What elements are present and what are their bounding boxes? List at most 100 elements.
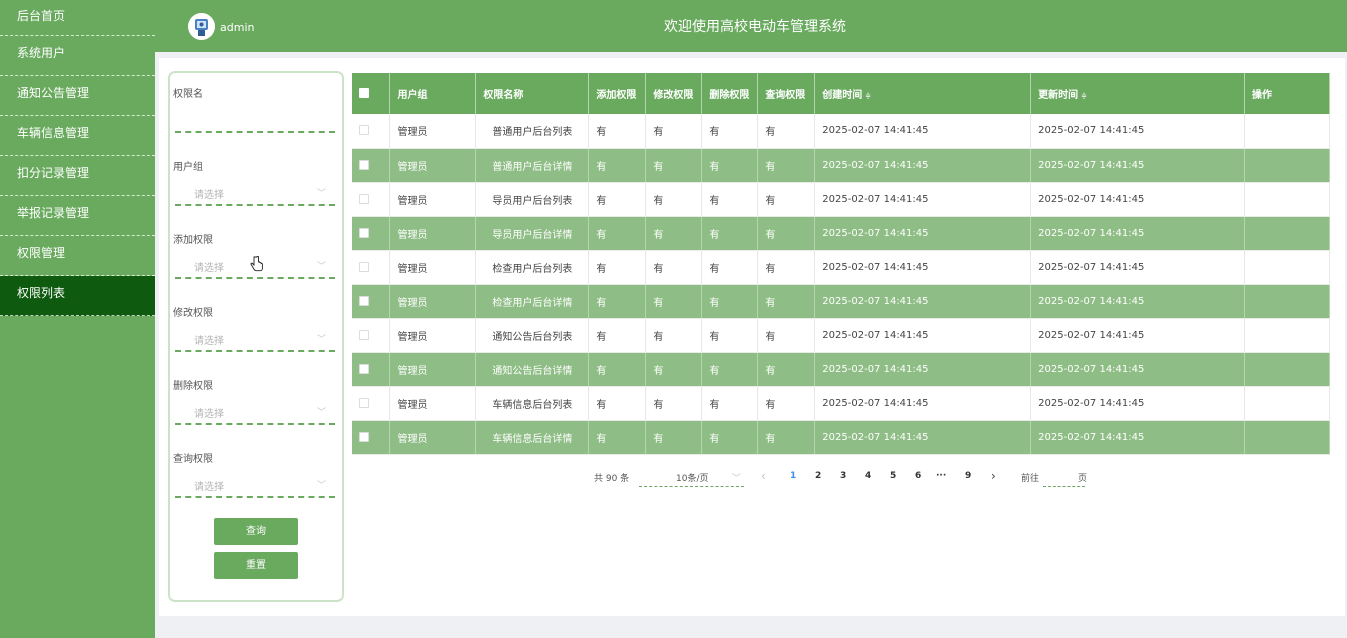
cell-actions[interactable] <box>1244 148 1330 183</box>
query-button[interactable]: 查询 <box>214 518 298 545</box>
cell-permission-name: 车辆信息后台详情 <box>475 420 590 455</box>
checkbox-icon[interactable] <box>359 397 369 408</box>
cell-actions[interactable] <box>1244 420 1330 455</box>
row-select-cell[interactable] <box>352 386 391 421</box>
page-size-select[interactable]: 10条/页 <box>676 471 709 484</box>
row-select-cell[interactable] <box>352 318 391 353</box>
col-query-permission: 查询权限 <box>757 73 816 114</box>
page-1[interactable]: 1 <box>790 471 796 481</box>
chevron-down-icon[interactable]: ﹀ <box>317 405 326 418</box>
delete-permission-underline <box>175 423 335 425</box>
row-select-cell[interactable] <box>352 352 391 387</box>
col-user-group: 用户组 <box>389 73 477 114</box>
cell-created-time: 2025-02-07 14:41:45 <box>814 148 1032 183</box>
add-permission-underline <box>175 277 335 279</box>
sidebar-item-system-users[interactable]: 系统用户 <box>0 36 155 76</box>
row-select-cell[interactable] <box>352 182 391 217</box>
cell-delete-permission: 有 <box>701 318 759 353</box>
checkbox-icon[interactable] <box>359 295 369 306</box>
cell-query-permission: 有 <box>757 318 816 353</box>
checkbox-icon[interactable] <box>359 261 369 272</box>
checkbox-icon[interactable] <box>359 363 369 374</box>
cell-actions[interactable] <box>1244 216 1330 251</box>
sort-icon[interactable]: ≑ <box>1081 92 1087 100</box>
cell-edit-permission: 有 <box>645 352 703 387</box>
cell-actions[interactable] <box>1244 284 1330 319</box>
cell-permission-name: 普通用户后台列表 <box>475 114 590 149</box>
checkbox-icon[interactable] <box>359 329 369 340</box>
cell-actions[interactable] <box>1244 114 1330 149</box>
page-9[interactable]: 9 <box>965 471 971 481</box>
cell-actions[interactable] <box>1244 352 1330 387</box>
page-2[interactable]: 2 <box>815 471 821 481</box>
page-3[interactable]: 3 <box>840 471 846 481</box>
checkbox-icon[interactable] <box>359 431 369 442</box>
cell-add-permission: 有 <box>588 352 647 387</box>
table-row[interactable]: 管理员 车辆信息后台详情有有有有 2025-02-07 14:41:45 2025-0… <box>352 420 1330 455</box>
col-updated-time[interactable]: 更新时间 ≑ <box>1030 73 1246 114</box>
table-row[interactable]: 管理员 通知公告后台列表有有有有 2025-02-07 14:41:45 2025-0… <box>352 318 1330 353</box>
row-select-cell[interactable] <box>352 250 391 285</box>
sidebar-item-deductions[interactable]: 扣分记录管理 <box>0 156 155 196</box>
cell-actions[interactable] <box>1244 318 1330 353</box>
user-group-select[interactable]: 请选择 <box>194 186 224 201</box>
cell-add-permission: 有 <box>588 148 647 183</box>
sort-icon[interactable]: ≑ <box>865 92 871 100</box>
table-row[interactable]: 管理员 普通用户后台详情有有有有 2025-02-07 14:41:45 2025-0… <box>352 148 1330 183</box>
checkbox-icon[interactable] <box>359 193 369 204</box>
prev-page-icon[interactable]: ‹ <box>761 469 766 483</box>
table-row[interactable]: 管理员 导员用户后台列表有有有有 2025-02-07 14:41:45 2025-0… <box>352 182 1330 217</box>
sidebar-item-permission-management[interactable]: 权限管理 <box>0 236 155 276</box>
cell-actions[interactable] <box>1244 182 1330 217</box>
page-5[interactable]: 5 <box>890 471 896 481</box>
table-row[interactable]: 管理员 检查用户后台列表有有有有 2025-02-07 14:41:45 2025-0… <box>352 250 1330 285</box>
checkbox-icon[interactable] <box>359 125 369 136</box>
row-select-cell[interactable] <box>352 114 391 149</box>
sidebar-item-notices[interactable]: 通知公告管理 <box>0 76 155 116</box>
sidebar-item-vehicles[interactable]: 车辆信息管理 <box>0 116 155 156</box>
row-select-cell[interactable] <box>352 420 391 455</box>
more-pages-icon[interactable]: ··· <box>936 471 946 481</box>
cell-add-permission: 有 <box>588 420 647 455</box>
cell-user-group: 管理员 <box>389 318 477 353</box>
sidebar: 后台首页 系统用户 通知公告管理 车辆信息管理 扣分记录管理 举报记录管理 权限… <box>0 0 155 638</box>
cell-edit-permission: 有 <box>645 148 703 183</box>
delete-permission-select[interactable]: 请选择 <box>194 405 224 420</box>
next-page-icon[interactable]: › <box>991 469 996 483</box>
page-4[interactable]: 4 <box>865 471 871 481</box>
col-created-time[interactable]: 创建时间 ≑ <box>814 73 1032 114</box>
table-row[interactable]: 管理员 普通用户后台列表有有有有 2025-02-07 14:41:45 2025-0… <box>352 114 1330 149</box>
chevron-down-icon[interactable]: ﹀ <box>317 186 326 199</box>
hand-cursor-icon <box>250 255 264 276</box>
cell-updated-time: 2025-02-07 14:41:45 <box>1030 352 1246 387</box>
table-row[interactable]: 管理员 车辆信息后台列表有有有有 2025-02-07 14:41:45 2025-0… <box>352 386 1330 421</box>
sidebar-item-home[interactable]: 后台首页 <box>0 0 155 36</box>
cell-actions[interactable] <box>1244 386 1330 421</box>
checkbox-icon[interactable] <box>359 88 369 98</box>
sidebar-item-permission-list[interactable]: 权限列表 <box>0 276 155 316</box>
checkbox-icon[interactable] <box>359 159 369 170</box>
chevron-down-icon[interactable]: ﹀ <box>317 332 326 345</box>
created-time-label: 创建时间 <box>822 90 863 101</box>
permission-name-input[interactable] <box>175 107 335 129</box>
row-select-cell[interactable] <box>352 216 391 251</box>
total-count: 共 90 条 <box>594 474 630 484</box>
edit-permission-select[interactable]: 请选择 <box>194 332 224 347</box>
table-row[interactable]: 管理员 导员用户后台详情有有有有 2025-02-07 14:41:45 2025-0… <box>352 216 1330 251</box>
page-6[interactable]: 6 <box>915 471 921 481</box>
checkbox-icon[interactable] <box>359 227 369 238</box>
cell-query-permission: 有 <box>757 386 816 421</box>
table-row[interactable]: 管理员 通知公告后台详情有有有有 2025-02-07 14:41:45 2025-0… <box>352 352 1330 387</box>
row-select-cell[interactable] <box>352 148 391 183</box>
row-select-cell[interactable] <box>352 284 391 319</box>
goto-page-input[interactable] <box>1043 486 1085 487</box>
table-row[interactable]: 管理员 检查用户后台详情有有有有 2025-02-07 14:41:45 2025-0… <box>352 284 1330 319</box>
chevron-down-icon[interactable]: ﹀ <box>732 471 741 484</box>
cell-add-permission: 有 <box>588 114 647 149</box>
reset-button[interactable]: 重置 <box>214 552 298 579</box>
chevron-down-icon[interactable]: ﹀ <box>317 259 326 272</box>
sidebar-item-reports[interactable]: 举报记录管理 <box>0 196 155 236</box>
select-all-checkbox[interactable] <box>352 73 391 114</box>
add-permission-select[interactable]: 请选择 <box>194 259 224 274</box>
cell-actions[interactable] <box>1244 250 1330 285</box>
